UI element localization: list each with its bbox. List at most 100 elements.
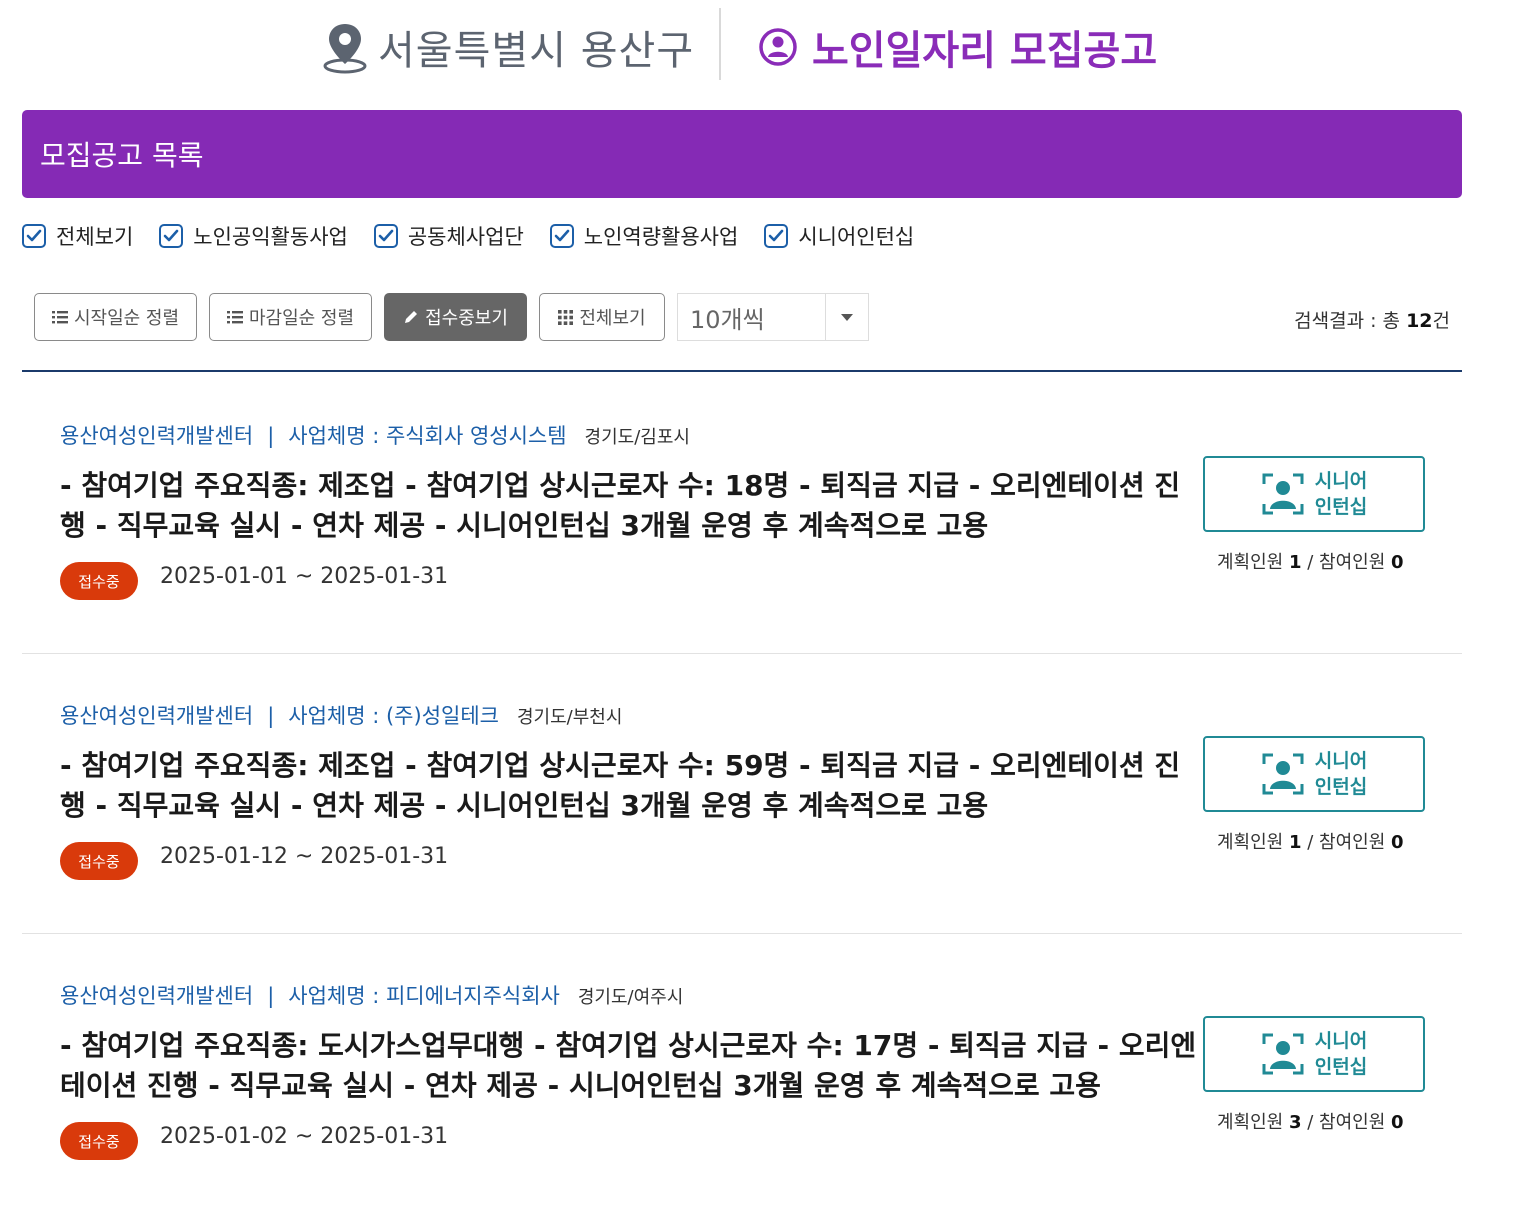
joined-label: 참여인원	[1319, 1112, 1391, 1133]
filter-all[interactable]: 전체보기	[22, 221, 133, 251]
person-circle-icon	[759, 28, 797, 66]
badge-line-1: 시니어	[1314, 750, 1368, 772]
pencil-icon	[405, 311, 418, 323]
planned-label: 계획인원	[1217, 1112, 1289, 1133]
region-label: 서울특별시 용산구	[322, 18, 694, 76]
job-meta: 용산여성인력개발센터 | 사업체명 : (주)성일테크 경기도/부천시	[60, 700, 622, 730]
search-results-count: 검색결과 : 총 12건	[1294, 306, 1450, 333]
job-business-name[interactable]: 사업체명 : 피디에너지주식회사	[288, 980, 560, 1010]
senior-person-frame-icon	[1262, 753, 1304, 795]
badge-line-1: 시니어	[1314, 1030, 1368, 1052]
badge-line-2: 인턴십	[1314, 776, 1368, 798]
filter-community-business[interactable]: 공동체사업단	[373, 221, 524, 251]
job-card[interactable]: 용산여성인력개발센터 | 사업체명 : 피디에너지주식회사 경기도/여주시 - …	[22, 934, 1462, 1214]
planned-label: 계획인원	[1217, 832, 1289, 853]
filter-label: 전체보기	[56, 225, 134, 249]
checkbox-checked-icon[interactable]	[549, 224, 574, 248]
job-period: 2025-01-01 ~ 2025-01-31	[160, 564, 449, 589]
badge-line-2: 인턴십	[1314, 496, 1368, 518]
sort-end-label: 마감일순 정렬	[248, 308, 355, 329]
job-period: 2025-01-12 ~ 2025-01-31	[160, 844, 449, 869]
filter-public-service[interactable]: 노인공익활동사업	[159, 221, 348, 251]
job-organization[interactable]: 용산여성인력개발센터	[60, 420, 253, 450]
count-divider: /	[1301, 1112, 1320, 1133]
joined-count: 0	[1390, 552, 1404, 573]
count-divider: /	[1301, 552, 1320, 573]
joined-label: 참여인원	[1319, 832, 1391, 853]
list-heading: 모집공고 목록	[40, 139, 204, 172]
grid-icon	[558, 309, 574, 325]
sort-start-label: 시작일순 정렬	[73, 308, 180, 329]
results-suffix: 건	[1432, 310, 1450, 332]
page-header: 서울특별시 용산구 노인일자리 모집공고	[0, 0, 1540, 90]
count-divider: /	[1301, 832, 1320, 853]
filter-label: 노인공익활동사업	[193, 225, 348, 249]
badge-line-1: 시니어	[1314, 470, 1368, 492]
chevron-down-icon[interactable]	[825, 294, 868, 340]
meta-separator: |	[267, 984, 275, 1008]
checkbox-checked-icon[interactable]	[764, 224, 789, 248]
job-period: 2025-01-02 ~ 2025-01-31	[160, 1124, 449, 1149]
page-title: 노인일자리 모집공고	[758, 18, 1157, 76]
filter-senior-internship[interactable]: 시니어인턴십	[764, 221, 914, 251]
list-icon	[226, 311, 243, 324]
planned-count: 1	[1288, 552, 1302, 573]
header-divider	[719, 8, 721, 80]
filter-label: 시니어인턴십	[798, 225, 915, 249]
planned-count: 3	[1288, 1112, 1302, 1133]
job-business-name[interactable]: 사업체명 : (주)성일테크	[288, 700, 499, 730]
headcount: 계획인원 1 / 참여인원 0	[1217, 828, 1404, 854]
program-type-badge: 시니어인턴십	[1203, 1016, 1425, 1092]
job-organization[interactable]: 용산여성인력개발센터	[60, 700, 253, 730]
job-description[interactable]: - 참여기업 주요직종: 제조업 - 참여기업 상시근로자 수: 59명 - 퇴…	[60, 746, 1200, 826]
category-filters: 전체보기 노인공익활동사업 공동체사업단 노인역량활용사업 시니어인턴십	[22, 221, 940, 251]
job-meta: 용산여성인력개발센터 | 사업체명 : 주식회사 영성시스템 경기도/김포시	[60, 420, 690, 450]
filter-label: 노인역량활용사업	[583, 225, 739, 249]
list-icon	[51, 311, 68, 324]
page-size-select[interactable]: 10개씩	[677, 293, 869, 341]
list-top-rule	[22, 370, 1462, 372]
sort-end-button[interactable]: 마감일순 정렬	[209, 293, 372, 341]
page-size-value: 10개씩	[690, 305, 765, 334]
meta-separator: |	[267, 424, 275, 448]
job-description[interactable]: - 참여기업 주요직종: 제조업 - 참여기업 상시근로자 수: 18명 - 퇴…	[60, 466, 1200, 546]
status-badge: 접수중	[60, 842, 138, 880]
filter-label: 공동체사업단	[407, 225, 524, 249]
view-all-button[interactable]: 전체보기	[539, 293, 665, 341]
job-location: 경기도/김포시	[584, 427, 690, 448]
results-number: 12	[1406, 310, 1433, 332]
job-organization[interactable]: 용산여성인력개발센터	[60, 980, 253, 1010]
job-meta: 용산여성인력개발센터 | 사업체명 : 피디에너지주식회사 경기도/여주시	[60, 980, 683, 1010]
checkbox-checked-icon[interactable]	[373, 224, 398, 248]
location-pin-icon	[323, 24, 367, 74]
job-business-name[interactable]: 사업체명 : 주식회사 영성시스템	[288, 420, 566, 450]
badge-line-2: 인턴십	[1314, 1056, 1368, 1078]
joined-count: 0	[1390, 1112, 1404, 1133]
results-prefix: 검색결과 : 총	[1294, 310, 1407, 332]
checkbox-checked-icon[interactable]	[159, 224, 184, 248]
job-description[interactable]: - 참여기업 주요직종: 도시가스업무대행 - 참여기업 상시근로자 수: 17…	[60, 1026, 1200, 1106]
joined-label: 참여인원	[1319, 552, 1391, 573]
receiving-label: 접수중보기	[425, 308, 508, 329]
job-card[interactable]: 용산여성인력개발센터 | 사업체명 : (주)성일테크 경기도/부천시 - 참여…	[22, 654, 1462, 934]
sort-start-button[interactable]: 시작일순 정렬	[34, 293, 197, 341]
job-card[interactable]: 용산여성인력개발센터 | 사업체명 : 주식회사 영성시스템 경기도/김포시 -…	[22, 374, 1462, 654]
filter-capability[interactable]: 노인역량활용사업	[549, 221, 739, 251]
view-all-label: 전체보기	[579, 308, 646, 329]
title-text: 노인일자리 모집공고	[812, 28, 1158, 74]
job-location: 경기도/여주시	[577, 987, 684, 1008]
receiving-filter-button[interactable]: 접수중보기	[384, 293, 527, 341]
headcount: 계획인원 1 / 참여인원 0	[1217, 548, 1404, 574]
list-heading-bar: 모집공고 목록	[22, 110, 1462, 198]
status-badge: 접수중	[60, 562, 138, 600]
program-type-badge: 시니어인턴십	[1203, 736, 1425, 812]
checkbox-checked-icon[interactable]	[22, 224, 46, 248]
list-toolbar: 시작일순 정렬 마감일순 정렬 접수중보기 전체보기 10개씩	[34, 293, 869, 341]
meta-separator: |	[267, 704, 275, 728]
headcount: 계획인원 3 / 참여인원 0	[1217, 1108, 1404, 1134]
joined-count: 0	[1390, 832, 1404, 853]
planned-count: 1	[1288, 832, 1302, 853]
status-badge: 접수중	[60, 1122, 138, 1160]
planned-label: 계획인원	[1217, 552, 1289, 573]
program-type-badge: 시니어인턴십	[1203, 456, 1425, 532]
